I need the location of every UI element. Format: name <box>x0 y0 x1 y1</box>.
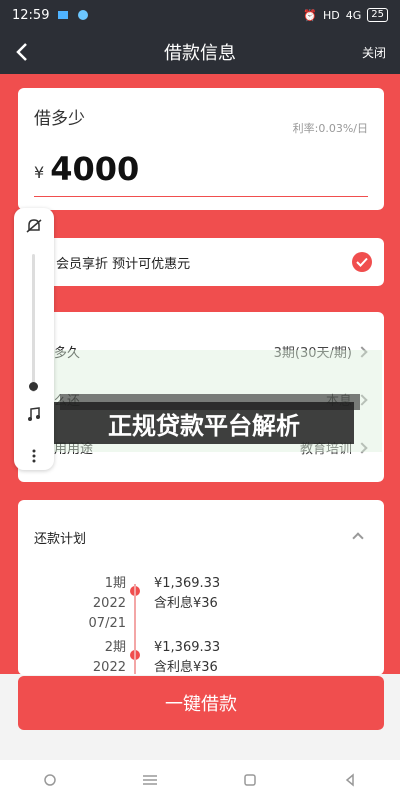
floating-control-panel <box>14 208 54 470</box>
chat-icon <box>77 9 89 21</box>
battery-indicator: 25 <box>367 8 388 22</box>
period-interest: 含利息¥36 <box>154 596 218 611</box>
alarm-icon: ⏰ <box>303 8 317 22</box>
interest-rate: 利率:0.03%/日 <box>292 122 368 135</box>
app-icon <box>57 9 69 21</box>
home-button[interactable] <box>240 770 260 790</box>
status-left: 12:59 <box>12 8 89 23</box>
back-arrow-icon <box>16 43 27 61</box>
signal-label: 4G <box>345 8 362 22</box>
period-year: 2022 <box>92 596 126 611</box>
status-time: 12:59 <box>12 7 50 23</box>
borrow-now-button[interactable]: 一键借款 <box>18 676 384 730</box>
period-label: 1期 <box>104 576 126 591</box>
back-nav-button[interactable] <box>340 770 360 790</box>
more-icon[interactable] <box>22 444 46 468</box>
check-circle-icon[interactable] <box>352 252 372 272</box>
overlay-headline: 正规贷款平台解析 <box>54 402 354 444</box>
page-title: 借款信息 <box>164 43 236 64</box>
period-interest: 含利息¥36 <box>154 660 218 675</box>
chevron-up-icon[interactable] <box>352 532 364 544</box>
bell-icon[interactable] <box>22 214 46 238</box>
loan-amount-card: 借多少 利率:0.03%/日 ¥ 4000 <box>18 88 384 210</box>
music-icon[interactable] <box>22 402 46 426</box>
member-discount-card[interactable]: 会员享折 预计可优惠元 <box>18 238 384 286</box>
loan-amount[interactable]: 4000 <box>50 150 139 188</box>
menu-button[interactable] <box>140 770 160 790</box>
amount-input[interactable]: ¥ 4000 <box>34 150 368 197</box>
back-button[interactable] <box>10 38 34 66</box>
system-nav-bar <box>0 760 400 800</box>
currency-symbol: ¥ <box>34 163 45 182</box>
volume-slider[interactable] <box>32 254 35 392</box>
period-amount: ¥1,369.33 <box>154 576 221 591</box>
plan-title: 还款计划 <box>34 532 87 547</box>
member-discount-label: 会员享折 预计可优惠元 <box>56 256 191 272</box>
status-right: ⏰ HD 4G 25 <box>303 8 388 22</box>
assistant-button[interactable] <box>40 770 60 790</box>
period-date: 07/21 <box>88 616 126 631</box>
timeline-line <box>134 584 136 674</box>
close-button[interactable]: 关闭 <box>362 44 386 61</box>
slider-knob[interactable] <box>29 382 38 391</box>
period-label: 2期 <box>104 640 126 655</box>
status-bar: 12:59 ⏰ HD 4G 25 <box>0 0 400 30</box>
period-amount: ¥1,369.33 <box>154 640 221 655</box>
period-year: 2022 <box>92 660 126 675</box>
repayment-plan-card: 还款计划 1期 2022 07/21 ¥1,369.33 含利息¥36 2期 2… <box>18 500 384 675</box>
network-label: HD <box>322 8 340 22</box>
nav-bar: 借款信息 关闭 <box>0 30 400 74</box>
